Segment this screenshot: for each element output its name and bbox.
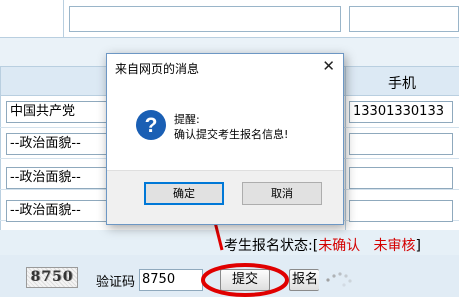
- phone-column-header: 手机: [388, 76, 416, 92]
- question-icon: ?: [136, 110, 166, 140]
- captcha-input[interactable]: 8750: [139, 269, 203, 291]
- table-divider: [0, 66, 1, 230]
- status-label: 考生报名状态:[: [224, 238, 319, 254]
- top-text-field[interactable]: [349, 6, 459, 32]
- register-button[interactable]: 报名: [289, 269, 319, 291]
- politics-select[interactable]: 中国共产党: [6, 101, 110, 123]
- phone-input[interactable]: 13301330133: [349, 101, 453, 123]
- politics-select[interactable]: --政治面貌--: [6, 133, 110, 155]
- svg-text:?: ?: [145, 114, 158, 137]
- confirm-dialog: 来自网页的消息 ✕ ? 提醒: 确认提交考生报名信息! 确定 取消: [106, 53, 344, 225]
- politics-select[interactable]: --政治面貌--: [6, 200, 110, 222]
- politics-select[interactable]: --政治面貌--: [6, 167, 110, 189]
- status-unreviewed: 未审核: [373, 238, 416, 254]
- ok-button[interactable]: 确定: [144, 182, 224, 205]
- registration-status: 考生报名状态:[未确认 未审核]: [224, 235, 421, 255]
- status-unconfirmed: 未确认: [318, 238, 361, 254]
- table-divider: [345, 66, 346, 230]
- submit-button[interactable]: 提交: [220, 269, 270, 291]
- captcha-image[interactable]: 8750: [26, 267, 78, 288]
- dialog-title: 来自网页的消息: [115, 62, 200, 76]
- dialog-message-title: 提醒:: [174, 113, 200, 126]
- captcha-label: 验证码: [96, 275, 136, 290]
- cancel-button[interactable]: 取消: [242, 182, 322, 205]
- loading-spinner-icon: [326, 272, 352, 287]
- top-cell: [0, 0, 64, 38]
- phone-input[interactable]: [349, 133, 453, 155]
- status-close-bracket: ]: [415, 238, 422, 254]
- top-form-row: [0, 0, 459, 38]
- close-icon[interactable]: ✕: [322, 58, 335, 74]
- dialog-message: 确认提交考生报名信息!: [174, 128, 289, 141]
- top-text-field[interactable]: [69, 6, 341, 32]
- phone-input[interactable]: [349, 167, 453, 189]
- phone-input[interactable]: [349, 200, 453, 222]
